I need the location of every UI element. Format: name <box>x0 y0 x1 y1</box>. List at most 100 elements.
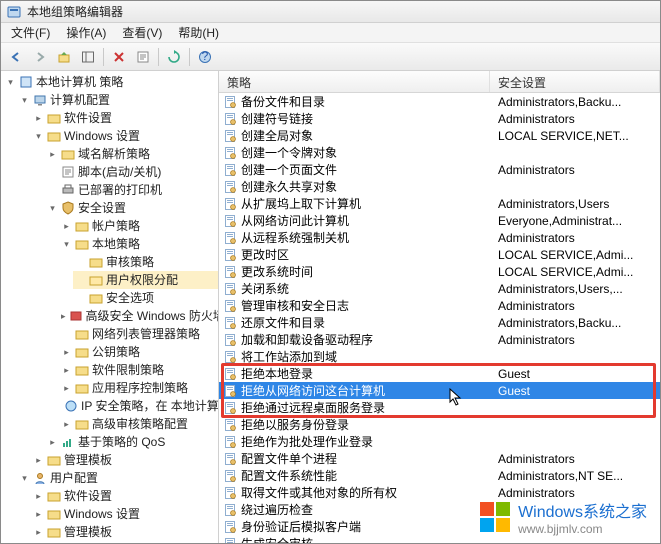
policy-row[interactable]: 更改系统时间LOCAL SERVICE,Admi... <box>219 263 660 280</box>
policy-row[interactable]: 备份文件和目录Administrators,Backu... <box>219 93 660 110</box>
tree-public-key[interactable]: ▸公钥策略 <box>59 343 218 361</box>
tree-firewall[interactable]: ▸高级安全 Windows 防火墙 <box>59 307 218 325</box>
tree-user-admin[interactable]: ▸ 管理模板 <box>31 523 218 541</box>
menu-view[interactable]: 查看(V) <box>116 22 168 43</box>
back-button[interactable] <box>5 46 27 68</box>
tree-label: 计算机配置 <box>50 92 110 108</box>
tree-root[interactable]: ▾ 本地计算机 策略 <box>3 73 218 91</box>
policy-row[interactable]: 更改时区LOCAL SERVICE,Admi... <box>219 246 660 263</box>
expand-icon[interactable]: ▸ <box>61 365 72 376</box>
list-body[interactable]: 备份文件和目录Administrators,Backu...创建符号链接Admi… <box>219 93 660 543</box>
expand-icon[interactable]: ▸ <box>61 419 72 430</box>
collapse-icon[interactable]: ▾ <box>19 473 30 484</box>
tree-software-settings[interactable]: ▸软件设置 <box>31 109 218 127</box>
tree-user-config[interactable]: ▾用户配置 <box>17 469 218 487</box>
policy-row[interactable]: 生成安全审核 <box>219 535 660 543</box>
policy-row[interactable]: 配置文件系统性能Administrators,NT SE... <box>219 467 660 484</box>
properties-button[interactable] <box>132 46 154 68</box>
tree-account-policies[interactable]: ▸帐户策略 <box>59 217 218 235</box>
tree-advanced-audit[interactable]: ▸ 高级审核策略配置 <box>59 415 218 433</box>
tree-dns-policy[interactable]: ▸域名解析策略 <box>45 145 218 163</box>
expand-icon[interactable]: ▸ <box>61 221 72 232</box>
refresh-button[interactable] <box>163 46 185 68</box>
collapse-icon[interactable]: ▾ <box>61 239 72 250</box>
policy-item-icon <box>223 401 237 415</box>
policy-row[interactable]: 拒绝本地登录Guest <box>219 365 660 382</box>
policy-row[interactable]: 拒绝从网络访问这台计算机Guest <box>219 382 660 399</box>
expand-icon[interactable]: ▸ <box>33 113 44 124</box>
policy-row[interactable]: 创建一个页面文件Administrators <box>219 161 660 178</box>
menu-action[interactable]: 操作(A) <box>60 22 112 43</box>
menu-file[interactable]: 文件(F) <box>5 22 56 43</box>
policy-name: 拒绝从网络访问这台计算机 <box>241 382 494 399</box>
policy-row[interactable]: 从远程系统强制关机Administrators <box>219 229 660 246</box>
expand-icon[interactable]: ▸ <box>61 311 66 322</box>
policy-setting: Administrators,NT SE... <box>494 469 656 483</box>
policy-row[interactable]: 配置文件单个进程Administrators <box>219 450 660 467</box>
expand-icon[interactable]: ▸ <box>61 347 72 358</box>
tree-label: 管理模板 <box>64 524 112 540</box>
show-hide-tree-button[interactable] <box>77 46 99 68</box>
tree-audit-policy[interactable]: 审核策略 <box>73 253 218 271</box>
tree-label: 用户权限分配 <box>106 272 178 288</box>
tree-label: 高级审核策略配置 <box>92 416 188 432</box>
column-header-setting[interactable]: 安全设置 <box>490 71 660 92</box>
tree-computer-config[interactable]: ▾ 计算机配置 <box>17 91 218 109</box>
tree-security-settings[interactable]: ▾安全设置 <box>45 199 218 217</box>
policy-row[interactable]: 创建全局对象LOCAL SERVICE,NET... <box>219 127 660 144</box>
forward-button[interactable] <box>29 46 51 68</box>
collapse-icon[interactable]: ▾ <box>47 203 58 214</box>
policy-row[interactable]: 创建符号链接Administrators <box>219 110 660 127</box>
expand-icon[interactable]: ▸ <box>33 527 44 538</box>
column-header-policy[interactable]: 策略 <box>219 71 490 92</box>
policy-row[interactable]: 创建一个令牌对象 <box>219 144 660 161</box>
menu-help[interactable]: 帮助(H) <box>172 22 225 43</box>
expand-icon[interactable]: ▸ <box>33 491 44 502</box>
tree-local-policies[interactable]: ▾ 本地策略 <box>59 235 218 253</box>
tree-user-windows[interactable]: ▸Windows 设置 <box>31 505 218 523</box>
policy-row[interactable]: 加载和卸载设备驱动程序Administrators <box>219 331 660 348</box>
expand-icon[interactable]: ▸ <box>47 149 58 160</box>
tree-network-list[interactable]: 网络列表管理器策略 <box>59 325 218 343</box>
help-button[interactable]: ? <box>194 46 216 68</box>
policy-row[interactable]: 拒绝以服务身份登录 <box>219 416 660 433</box>
policy-row[interactable]: 从扩展坞上取下计算机Administrators,Users <box>219 195 660 212</box>
up-button[interactable] <box>53 46 75 68</box>
policy-name: 更改时区 <box>241 246 494 263</box>
tree-windows-settings[interactable]: ▾Windows 设置 <box>31 127 218 145</box>
folder-icon <box>75 381 89 395</box>
expand-icon[interactable]: ▸ <box>33 509 44 520</box>
policy-row[interactable]: 还原文件和目录Administrators,Backu... <box>219 314 660 331</box>
collapse-icon[interactable]: ▾ <box>33 131 44 142</box>
expand-icon[interactable]: ▸ <box>47 437 58 448</box>
tree-printers[interactable]: 已部署的打印机 <box>45 181 218 199</box>
folder-icon <box>47 525 61 539</box>
tree-user-software[interactable]: ▸软件设置 <box>31 487 218 505</box>
collapse-icon[interactable]: ▾ <box>19 95 30 106</box>
policy-row[interactable]: 从网络访问此计算机Everyone,Administrat... <box>219 212 660 229</box>
policy-row[interactable]: 拒绝作为批处理作业登录 <box>219 433 660 450</box>
tree-app-control[interactable]: ▸应用程序控制策略 <box>59 379 218 397</box>
tree-pane[interactable]: ▾ 本地计算机 策略 ▾ 计算机配置 <box>1 71 219 543</box>
policy-row[interactable]: 创建永久共享对象 <box>219 178 660 195</box>
tree-ipsec[interactable]: IP 安全策略，在 本地计算机 <box>59 397 218 415</box>
collapse-icon[interactable]: ▾ <box>5 77 16 88</box>
policy-row[interactable]: 拒绝通过远程桌面服务登录 <box>219 399 660 416</box>
tree-label: 本地计算机 策略 <box>36 74 123 90</box>
delete-button[interactable] <box>108 46 130 68</box>
tree-software-restriction[interactable]: ▸软件限制策略 <box>59 361 218 379</box>
policy-row[interactable]: 管理审核和安全日志Administrators <box>219 297 660 314</box>
expand-icon[interactable]: ▸ <box>33 455 44 466</box>
policy-item-icon <box>223 435 237 449</box>
script-icon <box>61 165 75 179</box>
tree-scripts[interactable]: 脚本(启动/关机) <box>45 163 218 181</box>
tree-user-rights-assignment[interactable]: 用户权限分配 <box>73 271 218 289</box>
policy-row[interactable]: 关闭系统Administrators,Users,... <box>219 280 660 297</box>
tree-label: 本地策略 <box>92 236 140 252</box>
policy-row[interactable]: 将工作站添加到域 <box>219 348 660 365</box>
expand-icon[interactable]: ▸ <box>61 383 72 394</box>
tree-admin-templates[interactable]: ▸管理模板 <box>31 451 218 469</box>
policy-setting: Everyone,Administrat... <box>494 214 656 228</box>
tree-qos[interactable]: ▸基于策略的 QoS <box>45 433 218 451</box>
tree-security-options[interactable]: 安全选项 <box>73 289 218 307</box>
